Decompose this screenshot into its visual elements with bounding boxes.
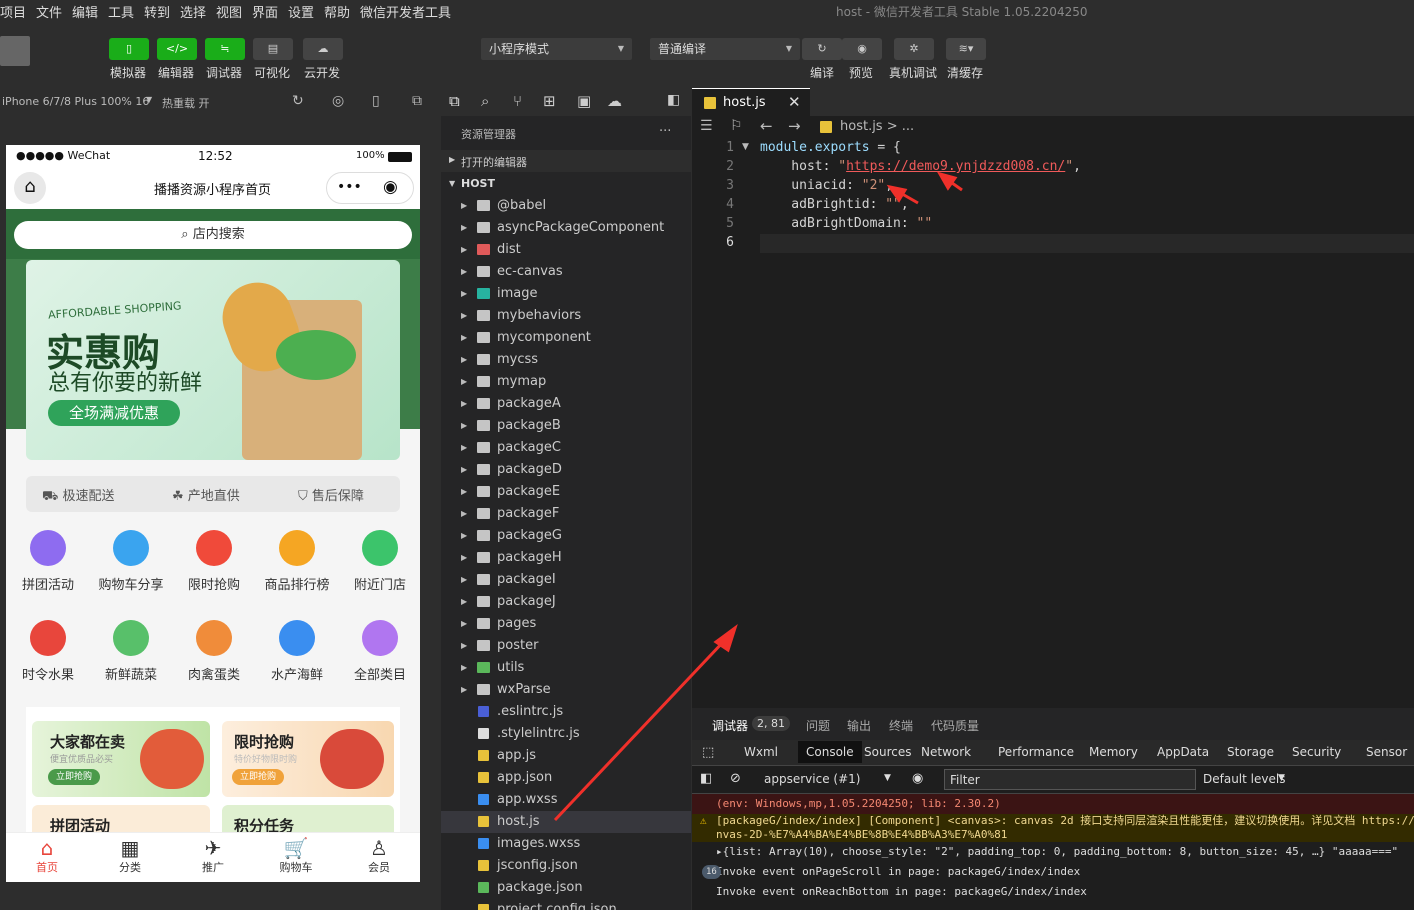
context-select[interactable]: appservice (#1) bbox=[764, 772, 860, 786]
console-text: (env: Windows,mp,1.05.2204250; lib: 2.30… bbox=[716, 797, 1001, 810]
devtools-tabs: ⬚ Wxml Console Sources Network Performance Me… bbox=[692, 740, 1414, 766]
console-line: 16 Invoke event onPageScroll in page: pac… bbox=[692, 862, 1414, 882]
console-text: ▸{list: Array(10), choose_style: "2", pa… bbox=[716, 845, 1399, 858]
devtools-tab[interactable]: Security bbox=[1292, 745, 1341, 759]
console-text: [packageG/index/index] [Component] <canv… bbox=[716, 814, 1414, 827]
console-text: nvas-2D-%E7%A4%BA%E4%BE%8B%E4%BB%A3%E7%A… bbox=[716, 828, 1008, 841]
eye-icon[interactable]: ◉ bbox=[912, 771, 923, 786]
warning-icon: ⚠ bbox=[700, 814, 707, 827]
output-tab[interactable]: 输出 bbox=[847, 717, 871, 734]
devtools-tab[interactable]: Performance bbox=[998, 745, 1074, 759]
console-line: Invoke event onReachBottom in page: pack… bbox=[692, 882, 1414, 902]
console-line: ▸{list: Array(10), choose_style: "2", pa… bbox=[692, 842, 1414, 862]
clear-console-icon[interactable]: ⊘ bbox=[730, 771, 741, 786]
sidebar-toggle-icon[interactable]: ◧ bbox=[700, 771, 712, 786]
devtools-tab[interactable]: Wxml bbox=[744, 745, 778, 759]
code-quality-tab[interactable]: 代码质量 bbox=[931, 717, 979, 734]
devtools-tab[interactable]: Sources bbox=[864, 745, 911, 759]
debugger-header: 调试器 2, 81 问题 输出 终端 代码质量 bbox=[692, 708, 1414, 740]
arrow-head bbox=[886, 184, 908, 203]
debugger-tab[interactable]: 调试器 bbox=[712, 717, 748, 734]
console-line: ⚠ [packageG/index/index] [Component] <can… bbox=[692, 814, 1414, 828]
console-text: Invoke event onPageScroll in page: packa… bbox=[716, 865, 1081, 878]
issues-tab[interactable]: 问题 bbox=[806, 717, 830, 734]
console-toolbar: ◧ ⊘ appservice (#1) ▼ ◉ Filter Default l… bbox=[692, 766, 1414, 794]
debugger-panel: 调试器 2, 81 问题 输出 终端 代码质量 ⬚ Wxml Console Sou… bbox=[692, 708, 1414, 910]
console-line: (env: Windows,mp,1.05.2204250; lib: 2.30… bbox=[692, 794, 1414, 814]
arrow-head bbox=[936, 171, 958, 191]
inspect-icon[interactable]: ⬚ bbox=[702, 745, 714, 760]
devtools-tab[interactable]: Console bbox=[798, 741, 862, 763]
error-count-badge: 2, 81 bbox=[752, 716, 790, 731]
terminal-tab[interactable]: 终端 bbox=[889, 717, 913, 734]
chevron-down-icon: ▼ bbox=[1278, 773, 1285, 783]
filter-input[interactable]: Filter bbox=[944, 769, 1196, 790]
levels-select[interactable]: Default levels bbox=[1203, 772, 1285, 786]
devtools-tab[interactable]: Storage bbox=[1227, 745, 1274, 759]
repeat-count-badge: 16 bbox=[702, 865, 721, 879]
console-text: Invoke event onReachBottom in page: pack… bbox=[716, 885, 1087, 898]
console-output: (env: Windows,mp,1.05.2204250; lib: 2.30… bbox=[692, 794, 1414, 910]
console-line: nvas-2D-%E7%A4%BA%E4%BE%8B%E4%BB%A3%E7%A… bbox=[692, 828, 1414, 842]
devtools-tab[interactable]: Memory bbox=[1089, 745, 1138, 759]
chevron-down-icon: ▼ bbox=[884, 773, 891, 783]
devtools-tab[interactable]: AppData bbox=[1157, 745, 1209, 759]
devtools-tab[interactable]: Network bbox=[921, 745, 971, 759]
devtools-tab[interactable]: Sensor bbox=[1366, 745, 1407, 759]
